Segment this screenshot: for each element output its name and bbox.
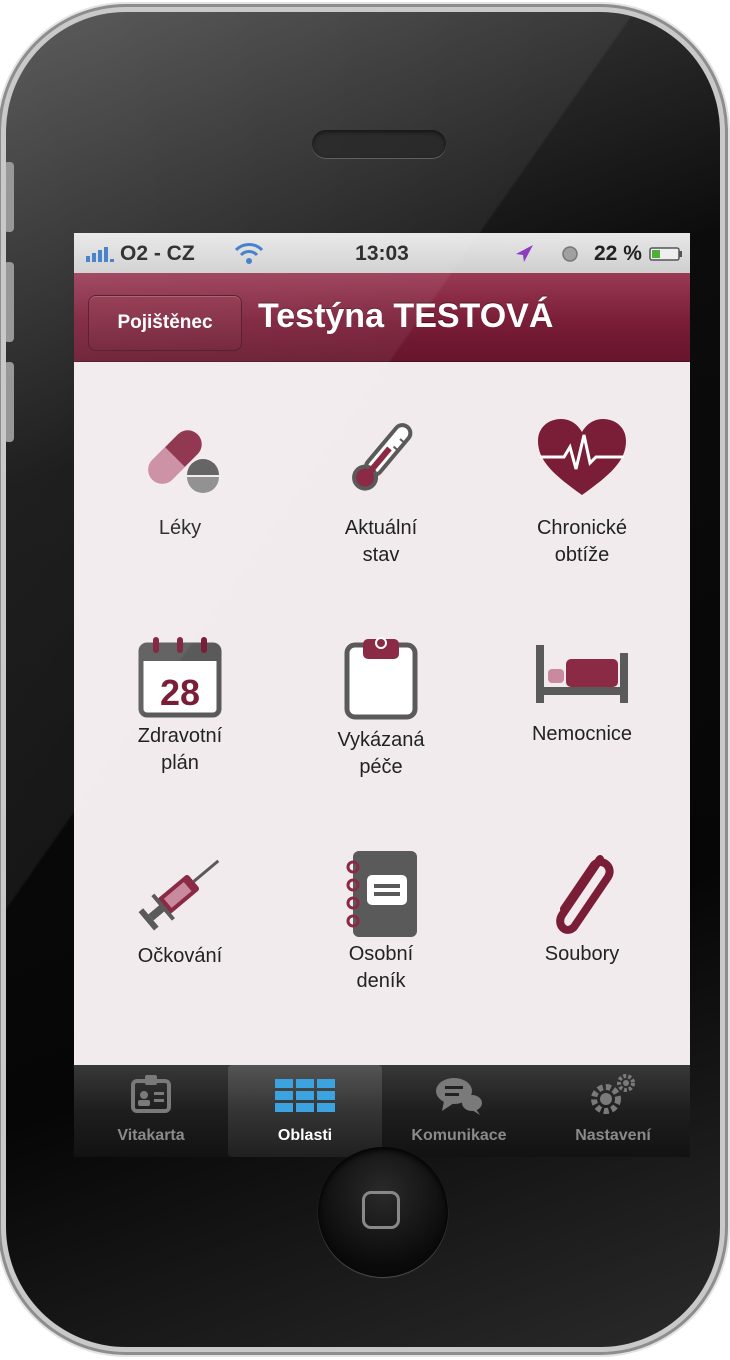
hospital-bed-icon <box>536 645 628 703</box>
grid-icon <box>275 1079 335 1112</box>
tab-label: Nastavení <box>575 1127 651 1144</box>
gears-icon <box>591 1074 635 1114</box>
tab-bar: Vitakarta Oblasti Komunikace Nastavení <box>74 1065 690 1157</box>
volume-down-button <box>6 362 14 442</box>
volume-up-button <box>6 262 14 342</box>
location-arrow-icon <box>516 245 533 262</box>
tab-vitakarta[interactable]: Vitakarta <box>74 1065 228 1157</box>
pill-icon <box>148 430 219 493</box>
grid-item-chronicke-obtize[interactable]: Chronické obtíže <box>482 417 682 569</box>
page-title: Testýna TESTOVÁ <box>258 297 554 335</box>
syringe-icon <box>138 859 220 931</box>
chat-icon <box>436 1078 482 1115</box>
grid-item-label: Léky <box>158 517 202 539</box>
grid-item-label: Aktuální stav <box>344 517 418 566</box>
grid-item-aktualni-stav[interactable]: Aktuální stav <box>281 417 481 569</box>
battery-icon <box>649 247 682 261</box>
calendar-icon: 28 <box>138 637 222 718</box>
tab-komunikace[interactable]: Komunikace <box>382 1065 536 1157</box>
grid-item-label: Očkování <box>137 945 223 967</box>
grid-item-ockovani[interactable]: Očkování <box>80 843 280 970</box>
clipboard-icon <box>344 637 418 720</box>
grid-item-label: Chronické obtíže <box>536 517 628 566</box>
grid-item-vykazana-pece[interactable]: Vykázaná péče <box>281 635 481 781</box>
grid-item-label: Nemocnice <box>531 723 633 745</box>
battery-percent: 22 % <box>594 242 642 265</box>
home-square-icon <box>362 1191 400 1229</box>
earpiece-speaker <box>312 130 446 158</box>
tab-label: Vitakarta <box>117 1127 185 1144</box>
status-bar: O2 - CZ 13:03 22 % <box>74 233 690 273</box>
alarm-icon <box>562 246 578 262</box>
notebook-icon <box>346 851 417 937</box>
grid-item-soubory[interactable]: Soubory <box>482 849 682 968</box>
grid-item-osobni-denik[interactable]: Osobní deník <box>281 849 481 995</box>
tab-label: Oblasti <box>277 1127 333 1144</box>
heart-pulse-icon <box>538 419 626 495</box>
phone-device: O2 - CZ 13:03 22 % Pojištěnec Testýna TE… <box>6 12 720 1347</box>
tab-label: Komunikace <box>411 1127 507 1144</box>
home-button[interactable] <box>318 1147 448 1277</box>
id-card-icon <box>131 1075 171 1113</box>
grid-item-nemocnice[interactable]: Nemocnice <box>482 635 682 748</box>
tab-nastaveni[interactable]: Nastavení <box>536 1065 690 1157</box>
grid-item-label: Osobní deník <box>348 943 414 992</box>
grid-item-zdravotni-plan[interactable]: 28 Zdravotní plán <box>80 635 280 777</box>
back-button[interactable]: Pojištěnec <box>88 295 242 351</box>
navigation-bar: Pojištěnec Testýna TESTOVÁ <box>74 273 690 362</box>
calendar-day-number: 28 <box>160 672 200 713</box>
paperclip-icon <box>556 855 614 934</box>
grid-item-label: Soubory <box>544 943 620 965</box>
grid-item-leky[interactable]: Léky <box>80 417 280 542</box>
thermometer-icon <box>352 423 413 491</box>
mute-switch <box>6 162 14 232</box>
tab-oblasti[interactable]: Oblasti <box>228 1065 382 1157</box>
grid-item-label: Zdravotní plán <box>137 725 223 774</box>
grid-item-label: Vykázaná péče <box>337 729 425 778</box>
screen: O2 - CZ 13:03 22 % Pojištěnec Testýna TE… <box>74 233 690 1157</box>
